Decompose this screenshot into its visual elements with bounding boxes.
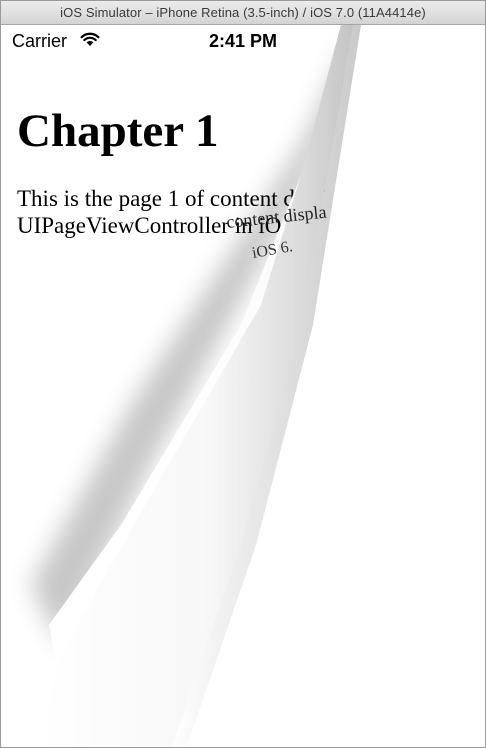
curled-text-line2: iOS 6.	[251, 238, 294, 262]
chapter-title: Chapter 1	[17, 105, 219, 157]
window-titlebar[interactable]: iOS Simulator – iPhone Retina (3.5-inch)…	[1, 1, 485, 25]
status-time: 2:41 PM	[208, 31, 278, 51]
status-bar: Carrier 2:41 PM	[1, 25, 485, 59]
device-screen[interactable]: Carrier 2:41 PM Chapter 1 This is the pa…	[1, 25, 485, 747]
simulator-window: iOS Simulator – iPhone Retina (3.5-inch)…	[0, 0, 486, 748]
page-content[interactable]: Chapter 1 This is the page 1 of content …	[17, 105, 467, 239]
page-body-text: This is the page 1 of content displayed …	[17, 186, 428, 238]
battery-icon	[438, 35, 475, 49]
window-title: iOS Simulator – iPhone Retina (3.5-inch)…	[60, 5, 426, 20]
curl-corner	[49, 175, 301, 665]
